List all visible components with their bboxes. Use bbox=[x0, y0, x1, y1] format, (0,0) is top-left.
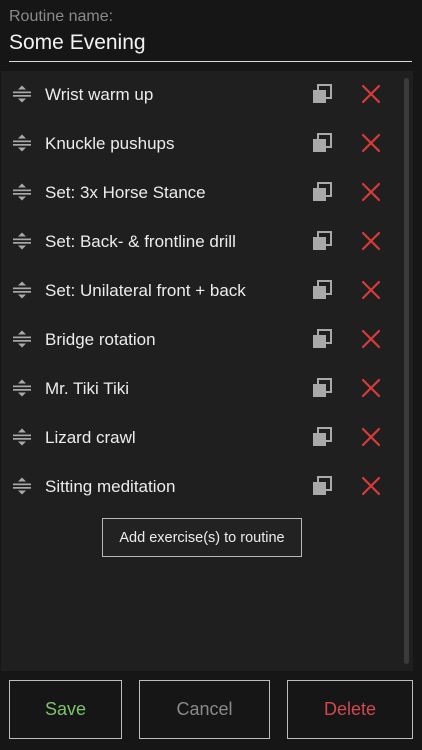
drag-handle-icon[interactable] bbox=[11, 475, 33, 497]
exercise-label: Lizard crawl bbox=[45, 428, 136, 447]
routine-name-label: Routine name: bbox=[9, 8, 114, 25]
copy-icon[interactable] bbox=[310, 327, 334, 351]
exercise-label: Wrist warm up bbox=[45, 85, 154, 104]
add-exercises-button[interactable]: Add exercise(s) to routine bbox=[102, 518, 302, 557]
copy-icon[interactable] bbox=[310, 474, 334, 498]
routine-name-field[interactable]: Some Evening bbox=[9, 30, 412, 62]
copy-icon[interactable] bbox=[310, 376, 334, 400]
exercise-row: Set: Unilateral front + back bbox=[9, 271, 399, 311]
exercise-label: Set: Unilateral front + back bbox=[45, 281, 246, 300]
close-icon[interactable] bbox=[359, 278, 383, 302]
close-icon[interactable] bbox=[359, 376, 383, 400]
drag-handle-icon[interactable] bbox=[11, 377, 33, 399]
exercise-label: Set: Back- & frontline drill bbox=[45, 232, 236, 251]
exercise-row: Sitting meditation bbox=[9, 467, 399, 507]
drag-handle-icon[interactable] bbox=[11, 181, 33, 203]
exercise-row: Set: 3x Horse Stance bbox=[9, 173, 399, 213]
drag-handle-icon[interactable] bbox=[11, 279, 33, 301]
exercise-row: Bridge rotation bbox=[9, 320, 399, 360]
close-icon[interactable] bbox=[359, 180, 383, 204]
save-button[interactable]: Save bbox=[9, 680, 122, 739]
exercise-label: Knuckle pushups bbox=[45, 134, 175, 153]
close-icon[interactable] bbox=[359, 327, 383, 351]
copy-icon[interactable] bbox=[310, 229, 334, 253]
close-icon[interactable] bbox=[359, 229, 383, 253]
drag-handle-icon[interactable] bbox=[11, 328, 33, 350]
exercise-label: Mr. Tiki Tiki bbox=[45, 379, 130, 398]
drag-handle-icon[interactable] bbox=[11, 83, 33, 105]
routine-name-value: Some Evening bbox=[9, 31, 146, 54]
scrollbar[interactable] bbox=[404, 78, 409, 664]
exercise-row: Lizard crawl bbox=[9, 418, 399, 458]
drag-handle-icon[interactable] bbox=[11, 230, 33, 252]
delete-button[interactable]: Delete bbox=[287, 680, 413, 739]
drag-handle-icon[interactable] bbox=[11, 132, 33, 154]
exercise-label: Sitting meditation bbox=[45, 477, 176, 496]
drag-handle-icon[interactable] bbox=[11, 426, 33, 448]
exercise-row: Set: Back- & frontline drill bbox=[9, 222, 399, 262]
copy-icon[interactable] bbox=[310, 131, 334, 155]
exercise-row: Wrist warm up bbox=[9, 75, 399, 115]
copy-icon[interactable] bbox=[310, 82, 334, 106]
close-icon[interactable] bbox=[359, 474, 383, 498]
copy-icon[interactable] bbox=[310, 425, 334, 449]
close-icon[interactable] bbox=[359, 82, 383, 106]
close-icon[interactable] bbox=[359, 131, 383, 155]
exercise-label: Set: 3x Horse Stance bbox=[45, 183, 206, 202]
exercise-label: Bridge rotation bbox=[45, 330, 156, 349]
exercise-row: Knuckle pushups bbox=[9, 124, 399, 164]
exercise-row: Mr. Tiki Tiki bbox=[9, 369, 399, 409]
cancel-button[interactable]: Cancel bbox=[139, 680, 270, 739]
routine-editor-screen: Routine name: Some Evening Wrist warm up… bbox=[0, 0, 422, 750]
close-icon[interactable] bbox=[359, 425, 383, 449]
copy-icon[interactable] bbox=[310, 180, 334, 204]
copy-icon[interactable] bbox=[310, 278, 334, 302]
